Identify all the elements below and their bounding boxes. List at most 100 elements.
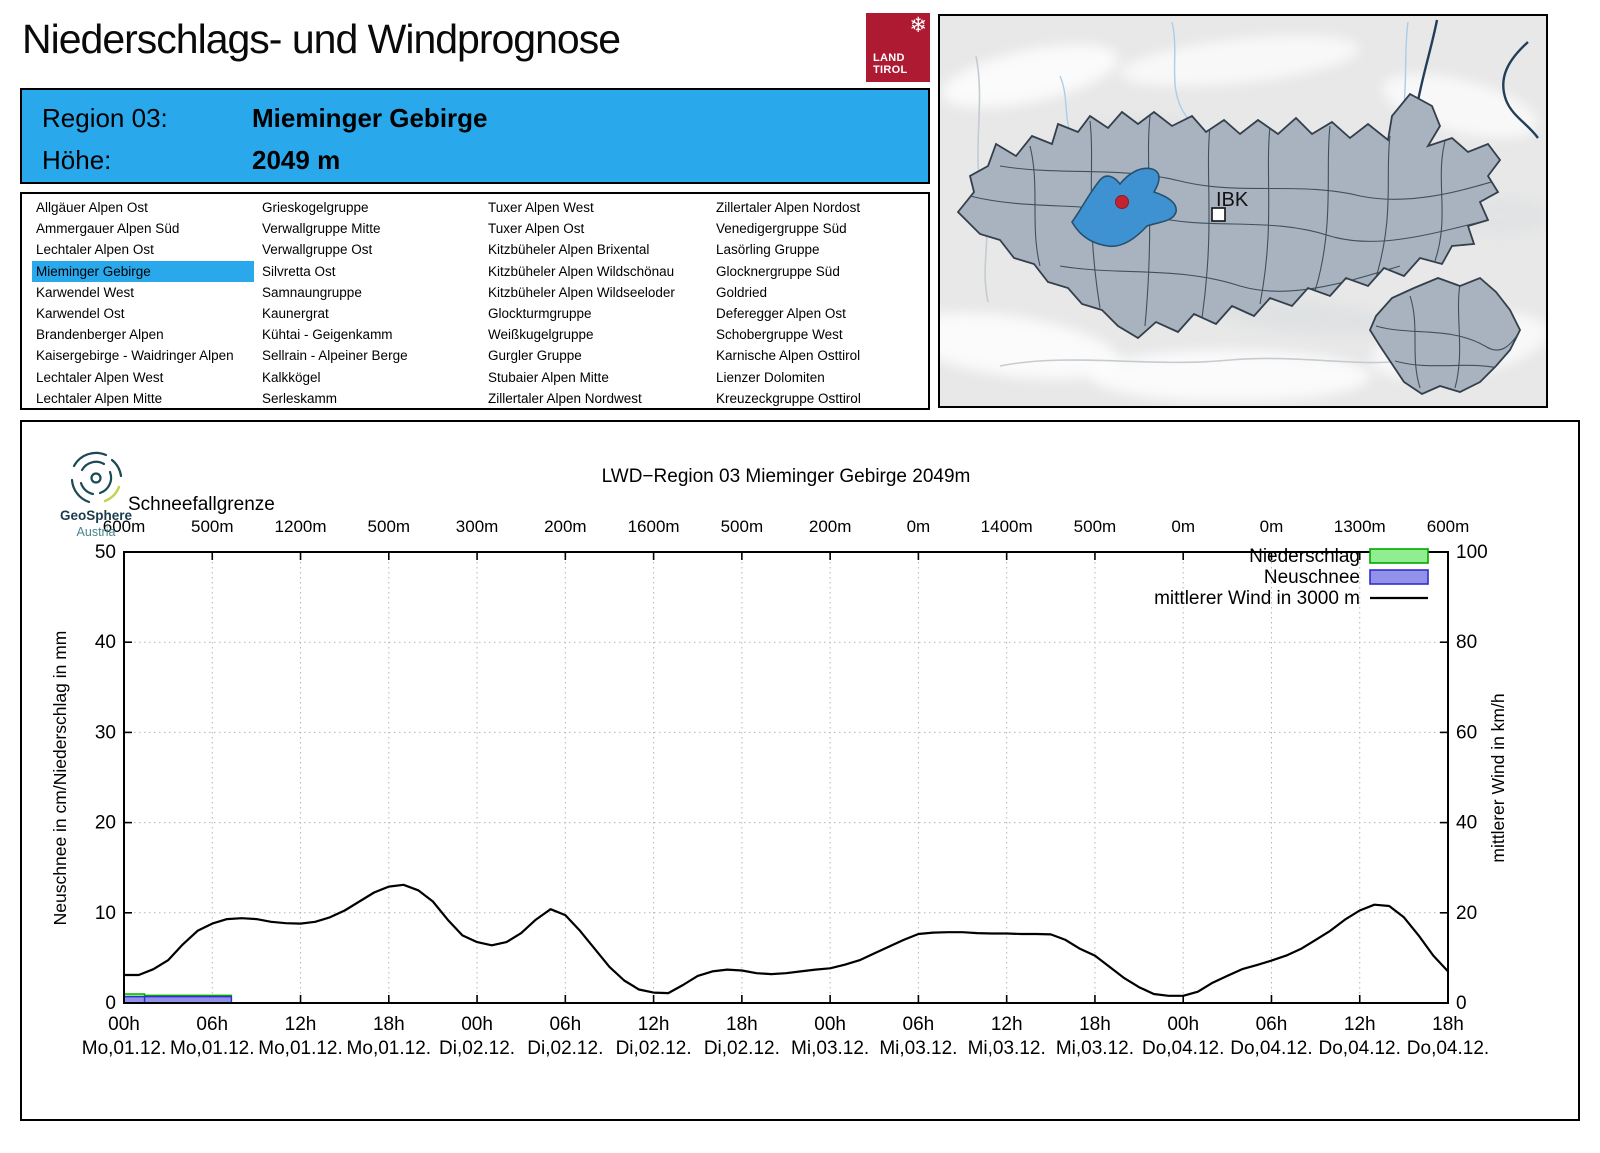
right-axis-tick-label: 100: [1456, 542, 1488, 563]
list-item[interactable]: Verwallgruppe Ost: [258, 239, 480, 260]
list-item[interactable]: Glocknergruppe Süd: [712, 261, 934, 282]
list-item[interactable]: Kitzbüheler Alpen Wildseeloder: [484, 282, 706, 303]
list-item[interactable]: Zillertaler Alpen Nordwest: [484, 388, 706, 409]
legend-label: Niederschlag: [1249, 546, 1360, 567]
legend-swatch-box: [1369, 569, 1429, 585]
innsbruck-label: IBK: [1216, 189, 1249, 211]
region-name: Mieminger Gebirge: [252, 103, 488, 133]
list-item[interactable]: Tuxer Alpen West: [484, 197, 706, 218]
snowline-value-label: 200m: [544, 517, 587, 536]
list-item[interactable]: Lasörling Gruppe: [712, 239, 934, 260]
list-item[interactable]: Kaisergebirge - Waidringer Alpen: [32, 345, 254, 366]
right-axis-tick-label: 0: [1456, 993, 1467, 1014]
snowline-value-label: 0m: [1171, 517, 1195, 536]
x-axis-date-label: Mo,01.12.: [82, 1038, 167, 1059]
list-item[interactable]: Deferegger Alpen Ost: [712, 303, 934, 324]
geosphere-sub: Austria: [77, 525, 116, 539]
forecast-chart: LWD−Region 03 Mieminger Gebirge 2049mSch…: [50, 466, 1508, 1059]
page-title: Niederschlags- und Windprognose: [22, 16, 621, 62]
list-item[interactable]: Allgäuer Alpen Ost: [32, 197, 254, 218]
legend-swatch-box: [1369, 548, 1429, 564]
region-list: Allgäuer Alpen Ost Ammergauer Alpen Süd Le…: [20, 192, 930, 410]
list-item[interactable]: Samnaungruppe: [258, 282, 480, 303]
list-item[interactable]: Lechtaler Alpen Ost: [32, 239, 254, 260]
list-item[interactable]: Silvretta Ost: [258, 261, 480, 282]
list-item-selected[interactable]: Mieminger Gebirge: [32, 260, 254, 282]
region-list-column: Tuxer Alpen West Tuxer Alpen Ost Kitzbühel…: [484, 197, 706, 409]
altitude-label: Höhe:: [42, 145, 112, 175]
list-item[interactable]: Kaunergrat: [258, 303, 480, 324]
list-item[interactable]: Lechtaler Alpen Mitte: [32, 388, 254, 409]
list-item[interactable]: Tuxer Alpen Ost: [484, 218, 706, 239]
x-axis-time-label: 06h: [1256, 1014, 1288, 1035]
x-axis-time-label: 00h: [108, 1014, 140, 1035]
list-item[interactable]: Brandenberger Alpen: [32, 324, 254, 345]
x-axis-time-label: 00h: [814, 1014, 846, 1035]
list-item[interactable]: Stubaier Alpen Mitte: [484, 367, 706, 388]
x-axis-time-label: 06h: [903, 1014, 935, 1035]
right-axis-tick-label: 40: [1456, 813, 1477, 834]
snowline-value-label: 600m: [1427, 517, 1470, 536]
left-axis-tick-label: 20: [95, 813, 116, 834]
x-axis-date-label: Di,02.12.: [616, 1038, 692, 1059]
snowline-value-label: 500m: [721, 517, 764, 536]
x-axis-time-label: 18h: [1079, 1014, 1111, 1035]
list-item[interactable]: Gurgler Gruppe: [484, 345, 706, 366]
x-axis-time-label: 12h: [1344, 1014, 1376, 1035]
map-canvas[interactable]: IBK: [900, 16, 1550, 406]
list-item[interactable]: Grieskogelgruppe: [258, 197, 480, 218]
list-item[interactable]: Glockturmgruppe: [484, 303, 706, 324]
list-item[interactable]: Goldried: [712, 282, 934, 303]
x-axis-time-label: 18h: [1432, 1014, 1464, 1035]
list-item[interactable]: Zillertaler Alpen Nordost: [712, 197, 934, 218]
legend-label: Neuschnee: [1264, 567, 1360, 588]
list-item[interactable]: Kalkkögel: [258, 367, 480, 388]
list-item[interactable]: Serleskamm: [258, 388, 480, 409]
x-axis-time-label: 18h: [726, 1014, 758, 1035]
list-item[interactable]: Kitzbüheler Alpen Wildschönau: [484, 261, 706, 282]
left-axis-tick-label: 10: [95, 903, 116, 924]
snowline-value-label: 0m: [907, 517, 931, 536]
list-item[interactable]: Weißkugelgruppe: [484, 324, 706, 345]
geosphere-logo: GeoSphere Austria: [60, 451, 132, 539]
list-item[interactable]: Lechtaler Alpen West: [32, 367, 254, 388]
snowline-value-label: 1400m: [981, 517, 1033, 536]
snowline-value-label: 500m: [368, 517, 411, 536]
list-item[interactable]: Karwendel Ost: [32, 303, 254, 324]
region-list-column: Allgäuer Alpen Ost Ammergauer Alpen Süd Le…: [32, 197, 254, 409]
list-item[interactable]: Verwallgruppe Mitte: [258, 218, 480, 239]
list-item[interactable]: Karwendel West: [32, 282, 254, 303]
snowline-value-label: 0m: [1260, 517, 1284, 536]
x-axis-date-label: Mi,03.12.: [791, 1038, 869, 1059]
list-item[interactable]: Kreuzeckgruppe Osttirol: [712, 388, 934, 409]
altitude-value: 2049 m: [252, 145, 341, 175]
snowline-value-label: 1300m: [1334, 517, 1386, 536]
left-axis-title: Neuschnee in cm/Niederschlag in mm: [50, 631, 70, 926]
list-item[interactable]: Schobergruppe West: [712, 324, 934, 345]
forecast-chart-panel: LWD−Region 03 Mieminger Gebirge 2049m Sch…: [20, 420, 1580, 1121]
region-list-column: Grieskogelgruppe Verwallgruppe Mitte Verwa…: [258, 197, 480, 409]
x-axis-date-label: Do,04.12.: [1142, 1038, 1224, 1059]
x-axis-date-label: Mi,03.12.: [879, 1038, 957, 1059]
list-item[interactable]: Karnische Alpen Osttirol: [712, 345, 934, 366]
list-item[interactable]: Kühtai - Geigenkamm: [258, 324, 480, 345]
right-axis-tick-label: 80: [1456, 632, 1477, 653]
x-axis-time-label: 00h: [1167, 1014, 1199, 1035]
region-list-column: Zillertaler Alpen Nordost Venedigergruppe…: [712, 197, 934, 409]
left-axis-tick-label: 50: [95, 542, 116, 563]
x-axis-date-label: Mo,01.12.: [258, 1038, 343, 1059]
tirol-region-map[interactable]: IBK: [900, 14, 1550, 408]
list-item[interactable]: Sellrain - Alpeiner Berge: [258, 345, 480, 366]
legend-label: mittlerer Wind in 3000 m: [1154, 588, 1360, 609]
list-item[interactable]: Ammergauer Alpen Süd: [32, 218, 254, 239]
list-item[interactable]: Kitzbüheler Alpen Brixental: [484, 239, 706, 260]
left-axis-tick-label: 30: [95, 722, 116, 743]
x-axis-date-label: Di,02.12.: [527, 1038, 603, 1059]
snowline-value-label: 200m: [809, 517, 852, 536]
list-item[interactable]: Venedigergruppe Süd: [712, 218, 934, 239]
x-axis-date-label: Do,04.12.: [1407, 1038, 1489, 1059]
list-item[interactable]: Lienzer Dolomiten: [712, 367, 934, 388]
wind-line-series: [122, 883, 1450, 997]
x-axis-date-label: Do,04.12.: [1319, 1038, 1401, 1059]
x-axis-time-label: 12h: [285, 1014, 317, 1035]
